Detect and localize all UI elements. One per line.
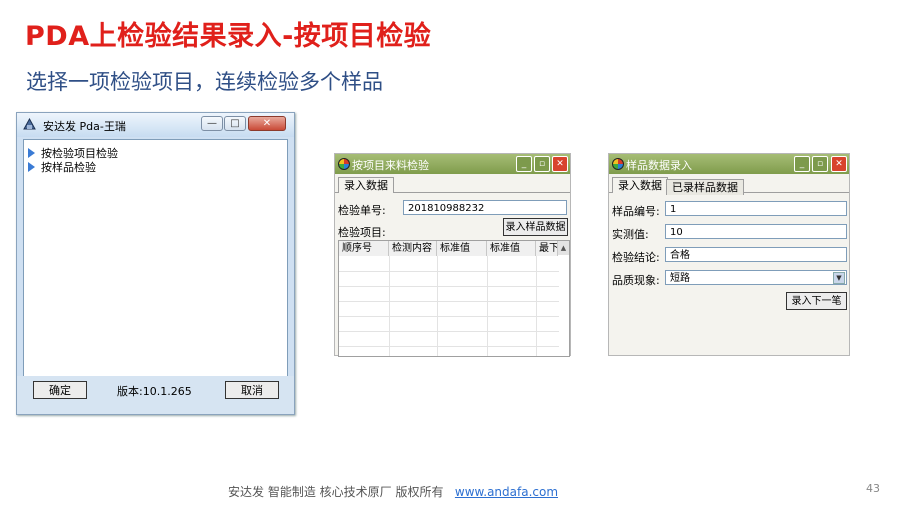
grid-line [339, 271, 559, 272]
close-button[interactable]: ✕ [248, 116, 286, 131]
column-header[interactable]: 标准值 [437, 241, 487, 256]
measured-value-label: 实测值: [612, 228, 649, 241]
grid-line [536, 256, 537, 356]
close-button[interactable]: ✕ [831, 156, 847, 172]
sample-entry-window: 样品数据录入 _ ▫ ✕ 录入数据 已录样品数据 样品编号: 1 实测值: 10… [608, 153, 850, 356]
minimize-button[interactable]: — [201, 116, 223, 131]
window-logo-icon [338, 158, 350, 170]
ok-button[interactable]: 确定 [33, 381, 87, 399]
column-header[interactable]: 顺序号 [339, 241, 389, 256]
maximize-button[interactable]: ▫ [534, 156, 550, 172]
window-title: 按项目来料检验 [352, 159, 429, 172]
cancel-button[interactable]: 取消 [225, 381, 279, 399]
column-header[interactable]: 检测内容 [389, 241, 437, 256]
version-label: 版本:10.1.265 [117, 385, 192, 398]
menu-tree: 按检验项目检验 按样品检验 [23, 139, 288, 377]
sample-no-field[interactable]: 1 [665, 201, 847, 216]
grid-line [339, 301, 559, 302]
tab-recorded-samples[interactable]: 已录样品数据 [666, 179, 744, 195]
expand-arrow-icon [28, 148, 35, 158]
column-header[interactable]: 标准值 [487, 241, 536, 256]
window-title: 安达发 Pda-王瑞 [43, 120, 126, 133]
tab-strip: 录入数据 已录样品数据 [609, 174, 849, 195]
close-button[interactable]: ✕ [552, 156, 568, 172]
footer-text: 安达发 智能制造 核心技术原厂 版权所有 [228, 485, 444, 499]
grid-line [339, 331, 559, 332]
enter-next-button[interactable]: 录入下一笔 [786, 292, 847, 310]
phenomenon-label: 品质现象: [612, 274, 660, 287]
enter-sample-data-button[interactable]: 录入样品数据 [503, 218, 568, 236]
minimize-button[interactable]: _ [516, 156, 532, 172]
column-header[interactable]: 最下 [536, 241, 558, 256]
maximize-button[interactable]: □ [224, 116, 246, 131]
measured-value-field[interactable]: 10 [665, 224, 847, 239]
website-link[interactable]: www.andafa.com [455, 485, 558, 499]
slide-subtitle: 选择一项检验项目，连续检验多个样品 [26, 70, 383, 94]
grid-line [437, 256, 438, 356]
page-number: 43 [866, 482, 880, 495]
window-title: 样品数据录入 [626, 159, 692, 172]
phenomenon-select[interactable]: 短路 ▼ [665, 270, 847, 285]
tree-item-label: 按样品检验 [41, 161, 96, 174]
grid-line [339, 316, 559, 317]
minimize-button[interactable]: _ [794, 156, 810, 172]
inspection-no-label: 检验单号: [338, 204, 386, 217]
items-grid[interactable]: 顺序号 检测内容 标准值 标准值 最下 ▲ [338, 240, 570, 357]
tab-enter-data[interactable]: 录入数据 [338, 177, 394, 193]
titlebar[interactable]: 样品数据录入 _ ▫ ✕ [609, 154, 849, 174]
grid-line [339, 346, 559, 347]
tab-enter-data[interactable]: 录入数据 [612, 177, 668, 193]
conclusion-field[interactable]: 合格 [665, 247, 847, 262]
titlebar[interactable]: 安达发 Pda-王瑞 — □ ✕ [17, 113, 294, 137]
tree-item-by-sample[interactable]: 按样品检验 [28, 159, 96, 175]
grid-line [389, 256, 390, 356]
maximize-button[interactable]: ▫ [812, 156, 828, 172]
app-icon [23, 118, 36, 130]
item-inspection-window: 按项目来料检验 _ ▫ ✕ 录入数据 检验单号: 201810988232 检验… [334, 153, 571, 357]
dropdown-arrow-icon[interactable]: ▼ [833, 272, 845, 284]
grid-line [487, 256, 488, 356]
pda-main-window: 安达发 Pda-王瑞 — □ ✕ 按检验项目检验 按样品检验 确定 版本:10.… [16, 112, 295, 415]
sample-no-label: 样品编号: [612, 205, 660, 218]
inspection-no-field[interactable]: 201810988232 [403, 200, 567, 215]
conclusion-label: 检验结论: [612, 251, 660, 264]
bottom-bar: 确定 版本:10.1.265 取消 [17, 376, 294, 414]
window-logo-icon [612, 158, 624, 170]
grid-line [339, 286, 559, 287]
footer: 安达发 智能制造 核心技术原厂 版权所有 www.andafa.com [228, 483, 558, 500]
tab-strip: 录入数据 [335, 174, 570, 193]
phenomenon-value: 短路 [670, 273, 690, 284]
expand-arrow-icon [28, 162, 35, 172]
inspection-item-label: 检验项目: [338, 226, 386, 239]
slide-title: PDA上检验结果录入-按项目检验 [25, 21, 432, 52]
titlebar[interactable]: 按项目来料检验 _ ▫ ✕ [335, 154, 570, 174]
scroll-up-icon[interactable]: ▲ [557, 241, 569, 255]
